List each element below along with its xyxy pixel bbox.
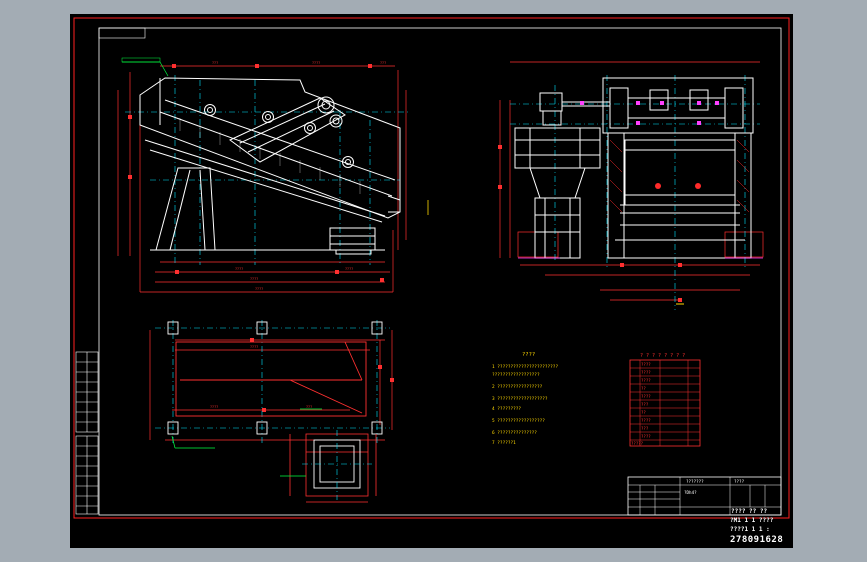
paper-sheet — [70, 14, 793, 548]
note-line: ?????????????????? — [492, 372, 540, 378]
drawing-id-label: 278091628 — [730, 535, 784, 545]
parts-row: ???? — [641, 418, 651, 423]
parts-row: ???? — [641, 434, 651, 439]
dim-label: ???? — [312, 61, 320, 65]
parts-row: ???? — [641, 394, 651, 399]
dim-label: ???? — [250, 345, 258, 349]
parts-row: ?? — [641, 386, 646, 391]
parts-row: ????? — [631, 441, 644, 446]
note-line: 7 ??????1 — [492, 440, 516, 446]
note-line: 2 ????????????????? — [492, 384, 543, 390]
title-block-scale: ???? — [734, 479, 745, 484]
footer-line-2: ?M1 1 1 ???? — [730, 517, 774, 524]
cad-drawing: ???? 1 ??????????????????????? ?????????… — [70, 14, 793, 548]
note-line: 6 ??????????????? — [492, 430, 537, 436]
dim-label: ???? — [255, 287, 263, 291]
footer-line-3: ????1 1 1 : — [730, 526, 770, 533]
dim-label: ??? — [380, 61, 386, 65]
dim-label: ???? — [235, 267, 243, 271]
title-block-project: ??????? — [686, 479, 704, 484]
note-line: 1 ??????????????????????? — [492, 364, 558, 370]
parts-row: ??? — [641, 426, 649, 431]
footer-line-1: ???? ?? ?? — [731, 508, 768, 515]
parts-row: ???? — [641, 362, 651, 367]
dim-label: ???? — [345, 267, 353, 271]
parts-table-title: ? ? ? ? ? ? ? ? — [640, 353, 685, 359]
dim-label: ??? — [212, 61, 218, 65]
notes-title: ???? — [522, 352, 535, 358]
parts-row: ???? — [641, 378, 651, 383]
parts-row: ??? — [641, 402, 649, 407]
title-block-name: ?Dh4? — [684, 490, 697, 495]
dim-label: ??? — [306, 405, 312, 409]
note-line: 4 ????????? — [492, 406, 521, 412]
dim-label: ???? — [210, 405, 218, 409]
note-line: 3 ??????????????????? — [492, 396, 548, 402]
note-line: 5 ?????????????????? — [492, 418, 545, 424]
parts-row: ?? — [641, 410, 646, 415]
parts-row: ???? — [641, 370, 651, 375]
dim-label: ???? — [250, 277, 258, 281]
